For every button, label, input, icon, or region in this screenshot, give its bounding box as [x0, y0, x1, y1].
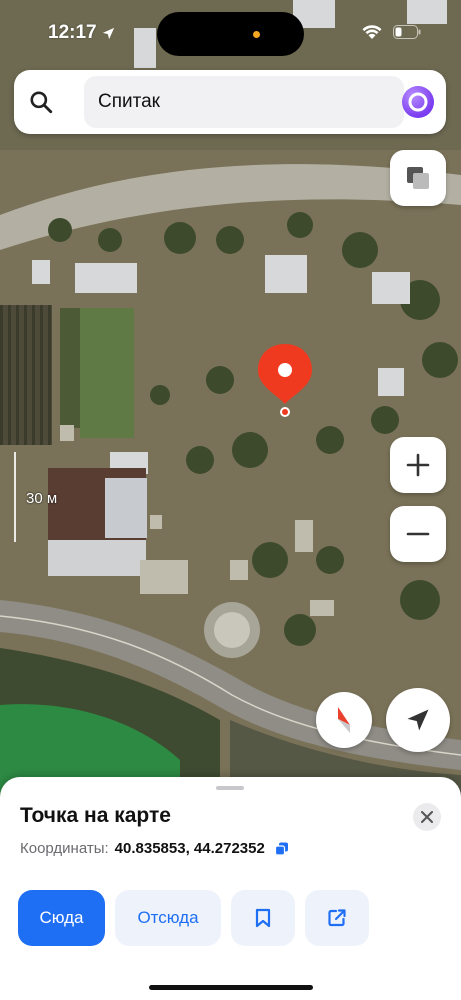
bookmark-icon [255, 908, 271, 928]
copy-icon[interactable] [274, 842, 289, 856]
coordinates-value: 40.835853, 44.272352 [114, 840, 265, 857]
scale-bar [14, 452, 16, 542]
compass-icon [338, 707, 350, 733]
alice-ring [408, 92, 428, 112]
wifi-icon [362, 25, 382, 39]
plus-icon [406, 453, 430, 477]
layers-icon [407, 167, 429, 189]
coordinates-label: Координаты: [20, 840, 109, 857]
route-to-label: Сюда [39, 908, 84, 927]
location-arrow-icon [407, 709, 429, 731]
battery-icon [393, 25, 421, 39]
map-pin-icon[interactable] [256, 342, 314, 420]
place-card: Точка на карте Координаты: 40.835853, 44… [0, 777, 461, 1000]
share-button[interactable] [305, 890, 369, 946]
compass-button[interactable] [316, 692, 372, 748]
share-icon [328, 909, 346, 927]
zoom-out-button[interactable] [390, 506, 446, 562]
coordinates-row: Координаты: 40.835853, 44.272352 [20, 840, 289, 857]
sheet-grabber[interactable] [216, 786, 244, 790]
alice-icon[interactable] [402, 86, 434, 118]
search-bar: Спитак [14, 70, 446, 134]
status-icons [361, 24, 421, 40]
layers-button[interactable] [390, 150, 446, 206]
search-query: Спитак [98, 91, 160, 112]
status-time: 12:17 [48, 22, 116, 44]
scale-label: 30 м [26, 490, 58, 507]
bookmark-button[interactable] [231, 890, 295, 946]
my-location-button[interactable] [386, 688, 450, 752]
close-icon [421, 811, 433, 823]
route-to-button[interactable]: Сюда [18, 890, 105, 946]
route-from-label: Отсюда [137, 908, 199, 927]
place-title: Точка на карте [20, 804, 171, 827]
close-button[interactable] [413, 803, 441, 831]
home-indicator[interactable] [149, 985, 313, 990]
search-input[interactable]: Спитак [84, 76, 404, 128]
zoom-in-button[interactable] [390, 437, 446, 493]
search-icon[interactable] [28, 89, 54, 115]
route-from-button[interactable]: Отсюда [115, 890, 221, 946]
privacy-dot [253, 31, 260, 38]
minus-icon [406, 532, 430, 536]
location-services-icon [102, 27, 114, 39]
dynamic-island [157, 12, 304, 56]
status-time-text: 12:17 [48, 22, 97, 43]
